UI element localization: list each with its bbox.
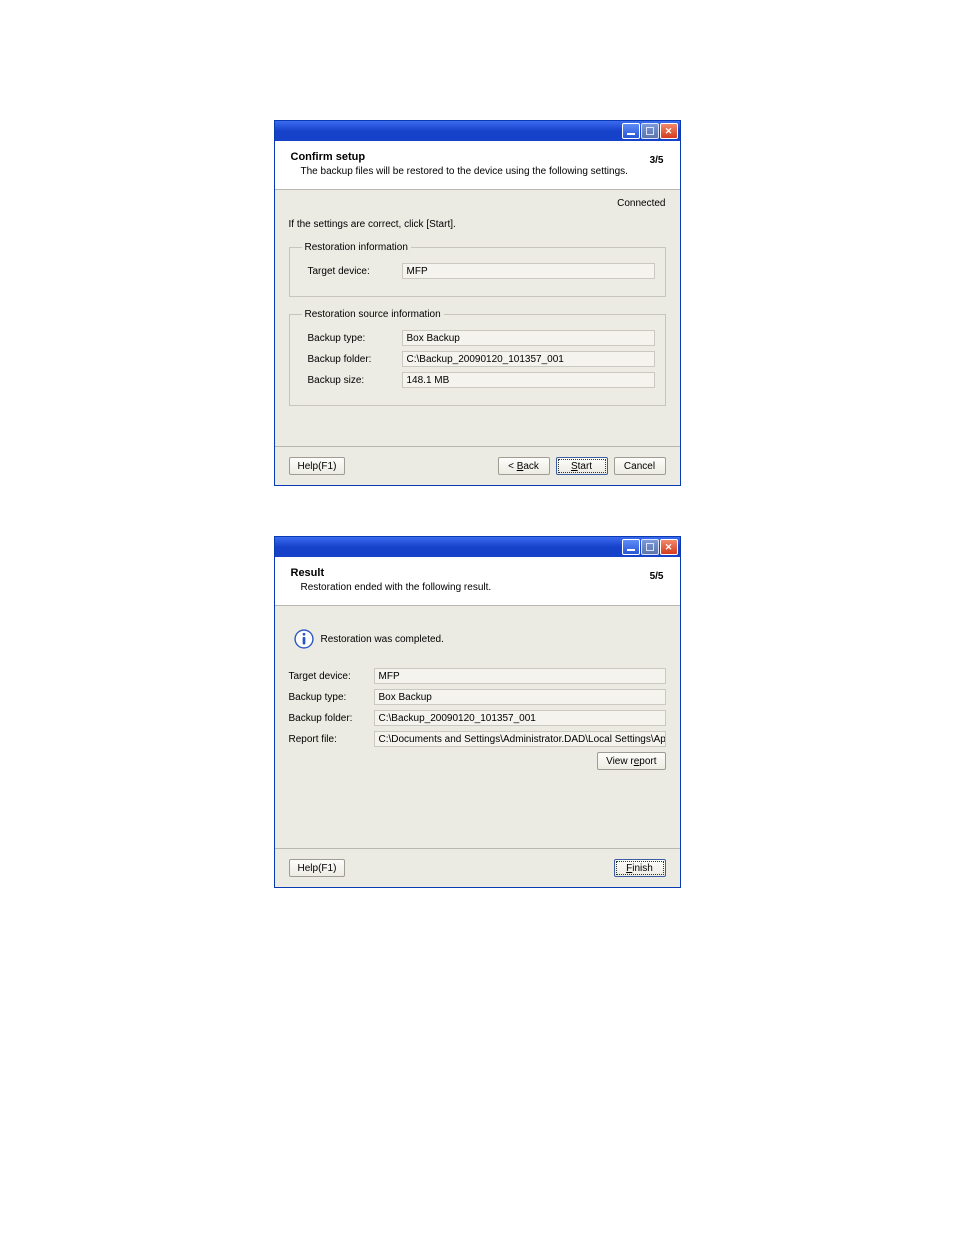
confirm-setup-window: ✕ Confirm setup The backup files will be… [274,120,681,486]
header-subtitle: Restoration ended with the following res… [301,582,642,593]
wizard-header: Confirm setup The backup files will be r… [275,141,680,190]
step-indicator: 3/5 [650,155,664,166]
info-text: Restoration was completed. [321,634,444,645]
body-panel: Connected If the settings are correct, c… [275,190,680,447]
minimize-button[interactable] [622,539,640,555]
backup-type-label: Backup type: [289,692,374,703]
backup-folder-value: C:\Backup_20090120_101357_001 [402,351,655,367]
backup-folder-label: Backup folder: [302,354,402,365]
titlebar: ✕ [275,121,680,141]
help-button[interactable]: Help(F1) [289,859,346,877]
group-legend: Restoration source information [302,309,444,320]
info-row: Restoration was completed. [293,628,666,650]
target-device-label: Target device: [302,266,402,277]
info-icon [293,628,315,650]
result-window: ✕ Result Restoration ended with the foll… [274,536,681,888]
header-subtitle: The backup files will be restored to the… [301,166,642,177]
group-legend: Restoration information [302,242,411,253]
target-device-value: MFP [374,668,666,684]
backup-size-label: Backup size: [302,375,402,386]
backup-type-label: Backup type: [302,333,402,344]
cancel-button[interactable]: Cancel [614,457,666,475]
footer-panel: Help(F1) < Back Start Cancel [275,447,680,485]
backup-folder-value: C:\Backup_20090120_101357_001 [374,710,666,726]
backup-type-value: Box Backup [402,330,655,346]
target-device-label: Target device: [289,671,374,682]
help-button[interactable]: Help(F1) [289,457,346,475]
maximize-button [641,539,659,555]
report-file-value: C:\Documents and Settings\Administrator.… [374,731,666,747]
restoration-source-group: Restoration source information Backup ty… [289,309,666,406]
restoration-info-group: Restoration information Target device: M… [289,242,666,297]
backup-type-value: Box Backup [374,689,666,705]
instruction-text: If the settings are correct, click [Star… [289,219,666,230]
close-button[interactable]: ✕ [660,539,678,555]
body-panel: Restoration was completed. Target device… [275,606,680,849]
step-indicator: 5/5 [650,571,664,582]
finish-button[interactable]: Finish [614,859,666,877]
backup-size-value: 148.1 MB [402,372,655,388]
backup-folder-label: Backup folder: [289,713,374,724]
connection-status: Connected [289,198,666,209]
wizard-header: Result Restoration ended with the follow… [275,557,680,606]
view-report-button[interactable]: View report [597,752,665,770]
start-button[interactable]: Start [556,457,608,475]
back-button[interactable]: < Back [498,457,550,475]
maximize-button [641,123,659,139]
header-title: Result [291,567,642,579]
titlebar: ✕ [275,537,680,557]
header-title: Confirm setup [291,151,642,163]
report-file-label: Report file: [289,734,374,745]
minimize-button[interactable] [622,123,640,139]
target-device-value: MFP [402,263,655,279]
close-button[interactable]: ✕ [660,123,678,139]
footer-panel: Help(F1) Finish [275,849,680,887]
